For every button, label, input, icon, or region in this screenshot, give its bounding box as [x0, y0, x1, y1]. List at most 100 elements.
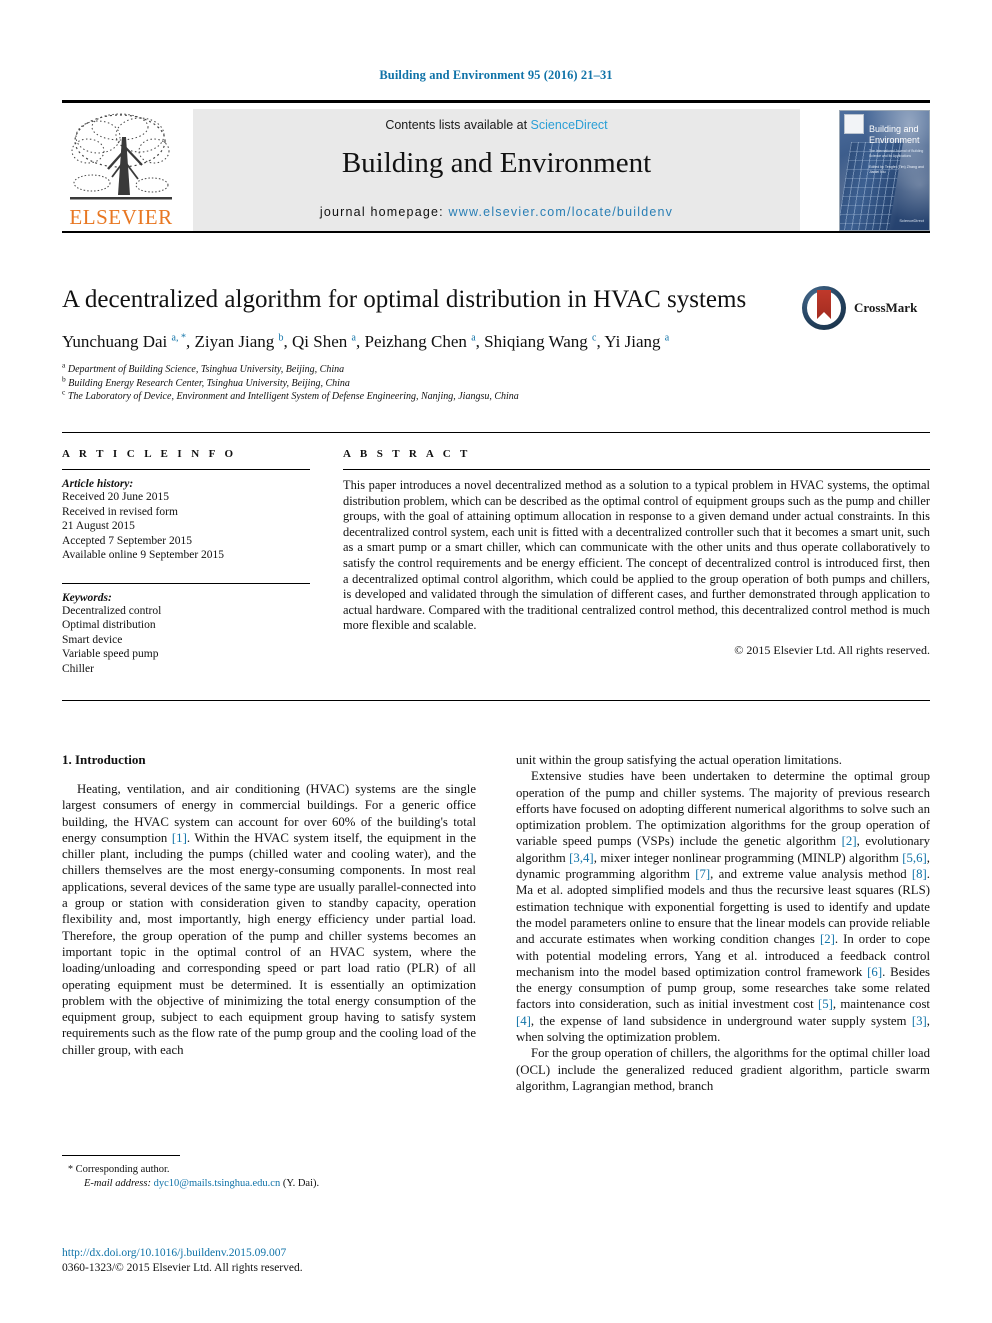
article-history-list: Received 20 June 2015 Received in revise… [62, 490, 310, 563]
citation-link[interactable]: [3] [912, 1014, 927, 1028]
citation-link[interactable]: [5] [818, 997, 833, 1011]
keyword-item: Optimal distribution [62, 619, 156, 631]
running-head: Building and Environment 95 (2016) 21–31 [379, 68, 613, 82]
affiliation-text: The Laboratory of Device, Environment an… [67, 391, 519, 402]
author-marks: a, * [171, 332, 186, 344]
cover-title: Building and Environment [869, 124, 920, 145]
author-name: Yunchuang Dai [62, 332, 168, 351]
author-item: Yi Jiang a [604, 332, 669, 351]
body-column-right: unit within the group satisfying the act… [516, 752, 930, 1094]
issn-copyright-line: 0360-1323/© 2015 Elsevier Ltd. All right… [62, 1262, 303, 1274]
citation-link[interactable]: [7] [695, 867, 710, 881]
history-item: Received in revised form [62, 505, 178, 518]
elsevier-tree-icon [68, 111, 174, 203]
paragraph: Extensive studies have been undertaken t… [516, 769, 930, 1045]
article-history-label: Article history: [62, 478, 134, 490]
elsevier-logo: ELSEVIER [62, 109, 180, 231]
affiliation-text: Department of Building Science, Tsinghua… [67, 364, 345, 375]
article-info-column: A R T I C L E I N F O Article history: R… [62, 448, 310, 676]
author-marks: a [351, 332, 356, 344]
author-marks: a [664, 332, 670, 344]
author-name: Ziyan Jiang [194, 332, 275, 351]
email-label: E-mail address: [84, 1178, 151, 1189]
corresponding-author-line: * Corresponding author. [62, 1163, 476, 1177]
sciencedirect-link[interactable]: ScienceDirect [531, 118, 608, 132]
journal-title: Building and Environment [341, 147, 652, 179]
keywords-rule [62, 582, 310, 584]
journal-homepage-link[interactable]: www.elsevier.com/locate/buildenv [449, 205, 674, 219]
crossmark-badge[interactable]: CrossMark [802, 286, 930, 332]
paper-title: A decentralized algorithm for optimal di… [62, 286, 747, 313]
corresponding-author-footnote: * Corresponding author. E-mail address: … [62, 1155, 476, 1191]
affiliation-list: a Department of Building Science, Tsingh… [62, 360, 930, 404]
author-item: Shiqiang Wang c [484, 332, 596, 351]
paragraph: Heating, ventilation, and air conditioni… [62, 782, 477, 1057]
abstract-text: This paper introduces a novel decentrali… [343, 478, 930, 633]
body-column-left: 1. Introduction Heating, ventilation, an… [62, 752, 476, 1058]
crossmark-circle-icon [802, 286, 846, 330]
cover-subtitle: The International Journal of Building Sc… [869, 149, 924, 158]
citation-link[interactable]: [6] [867, 965, 882, 979]
keyword-item: Decentralized control [62, 604, 162, 617]
email-link[interactable]: dyc10@mails.tsinghua.edu.cn [154, 1178, 281, 1189]
journal-masthead: ELSEVIER Contents lists available at Sci… [62, 100, 930, 233]
email-line: E-mail address: dyc10@mails.tsinghua.edu… [62, 1177, 476, 1191]
article-title-block: A decentralized algorithm for optimal di… [62, 285, 930, 404]
elsevier-wordmark: ELSEVIER [69, 205, 173, 229]
cover-elsevier-badge [844, 114, 864, 134]
journal-homepage-line: journal homepage: www.elsevier.com/locat… [193, 205, 800, 219]
citation-link[interactable]: [3,4] [569, 851, 594, 865]
citation-link[interactable]: [1] [172, 831, 187, 845]
citation-link[interactable]: [4] [516, 1014, 531, 1028]
contents-prefix: Contents lists available at [385, 118, 531, 132]
corresponding-author-label: Corresponding author. [75, 1164, 170, 1175]
citation-link[interactable]: [2] [820, 932, 835, 946]
citation-link[interactable]: [8] [912, 867, 927, 881]
affiliation-text: Building Energy Research Center, Tsinghu… [68, 377, 350, 389]
affiliation-mark: a [62, 360, 66, 370]
history-item: 21 August 2015 [62, 520, 135, 532]
author-name: Yi Jiang [604, 332, 661, 351]
paragraph: For the group operation of chillers, the… [516, 1046, 930, 1093]
keyword-item: Smart device [62, 633, 123, 646]
abstract-copyright: © 2015 Elsevier Ltd. All rights reserved… [734, 642, 930, 657]
article-info-rule [62, 469, 310, 470]
author-item: Qi Shen a [292, 332, 356, 351]
author-name: Shiqiang Wang [484, 332, 588, 351]
keywords-list: Decentralized control Optimal distributi… [62, 604, 310, 677]
author-marks: b [278, 332, 284, 344]
author-list: Yunchuang Dai a, *, Ziyan Jiang b, Qi Sh… [62, 332, 670, 351]
cover-footer: ScienceDirect [899, 218, 924, 223]
doi-link[interactable]: http://dx.doi.org/10.1016/j.buildenv.201… [62, 1246, 476, 1261]
keywords-block: Keywords: Decentralized control Optimal … [62, 582, 310, 677]
author-item: Yunchuang Dai a, * [62, 332, 186, 351]
body-divider [62, 700, 930, 701]
history-item: Accepted 7 September 2015 [62, 534, 192, 547]
citation-link[interactable]: [2] [842, 834, 857, 848]
paragraph: unit within the group satisfying the act… [516, 753, 842, 767]
affiliation-item: b Building Energy Research Center, Tsing… [62, 374, 930, 391]
contents-available-line: Contents lists available at ScienceDirec… [193, 118, 800, 132]
author-name: Qi Shen [292, 332, 348, 351]
affiliation-item: a Department of Building Science, Tsingh… [62, 360, 930, 377]
cover-editors: Edited by Tengfei (Tim) Zhang and Jianle… [869, 165, 924, 174]
author-item: Peizhang Chen a [364, 332, 475, 351]
keyword-item: Chiller [62, 662, 94, 675]
author-name: Peizhang Chen [364, 332, 467, 351]
citation-link[interactable]: [5,6] [902, 851, 927, 865]
footnote-asterisk: * [68, 1164, 73, 1175]
email-owner: (Y. Dai). [282, 1178, 320, 1189]
journal-cover-thumbnail: Building and Environment The Internation… [839, 110, 930, 231]
section-heading-introduction: 1. Introduction [62, 752, 146, 767]
doi-block: http://dx.doi.org/10.1016/j.buildenv.201… [62, 1246, 476, 1276]
affiliation-mark: c [62, 387, 66, 397]
keywords-label: Keywords: [62, 591, 112, 604]
history-item: Available online 9 September 2015 [62, 549, 225, 561]
affiliation-item: c The Laboratory of Device, Environment … [62, 387, 930, 404]
info-divider-top [62, 432, 930, 433]
affiliation-mark: b [62, 374, 66, 384]
history-item: Received 20 June 2015 [62, 491, 169, 503]
article-info-heading: A R T I C L E I N F O [62, 448, 237, 460]
article-page: Building and Environment 95 (2016) 21–31 [0, 0, 992, 1323]
abstract-heading: A B S T R A C T [343, 448, 471, 460]
